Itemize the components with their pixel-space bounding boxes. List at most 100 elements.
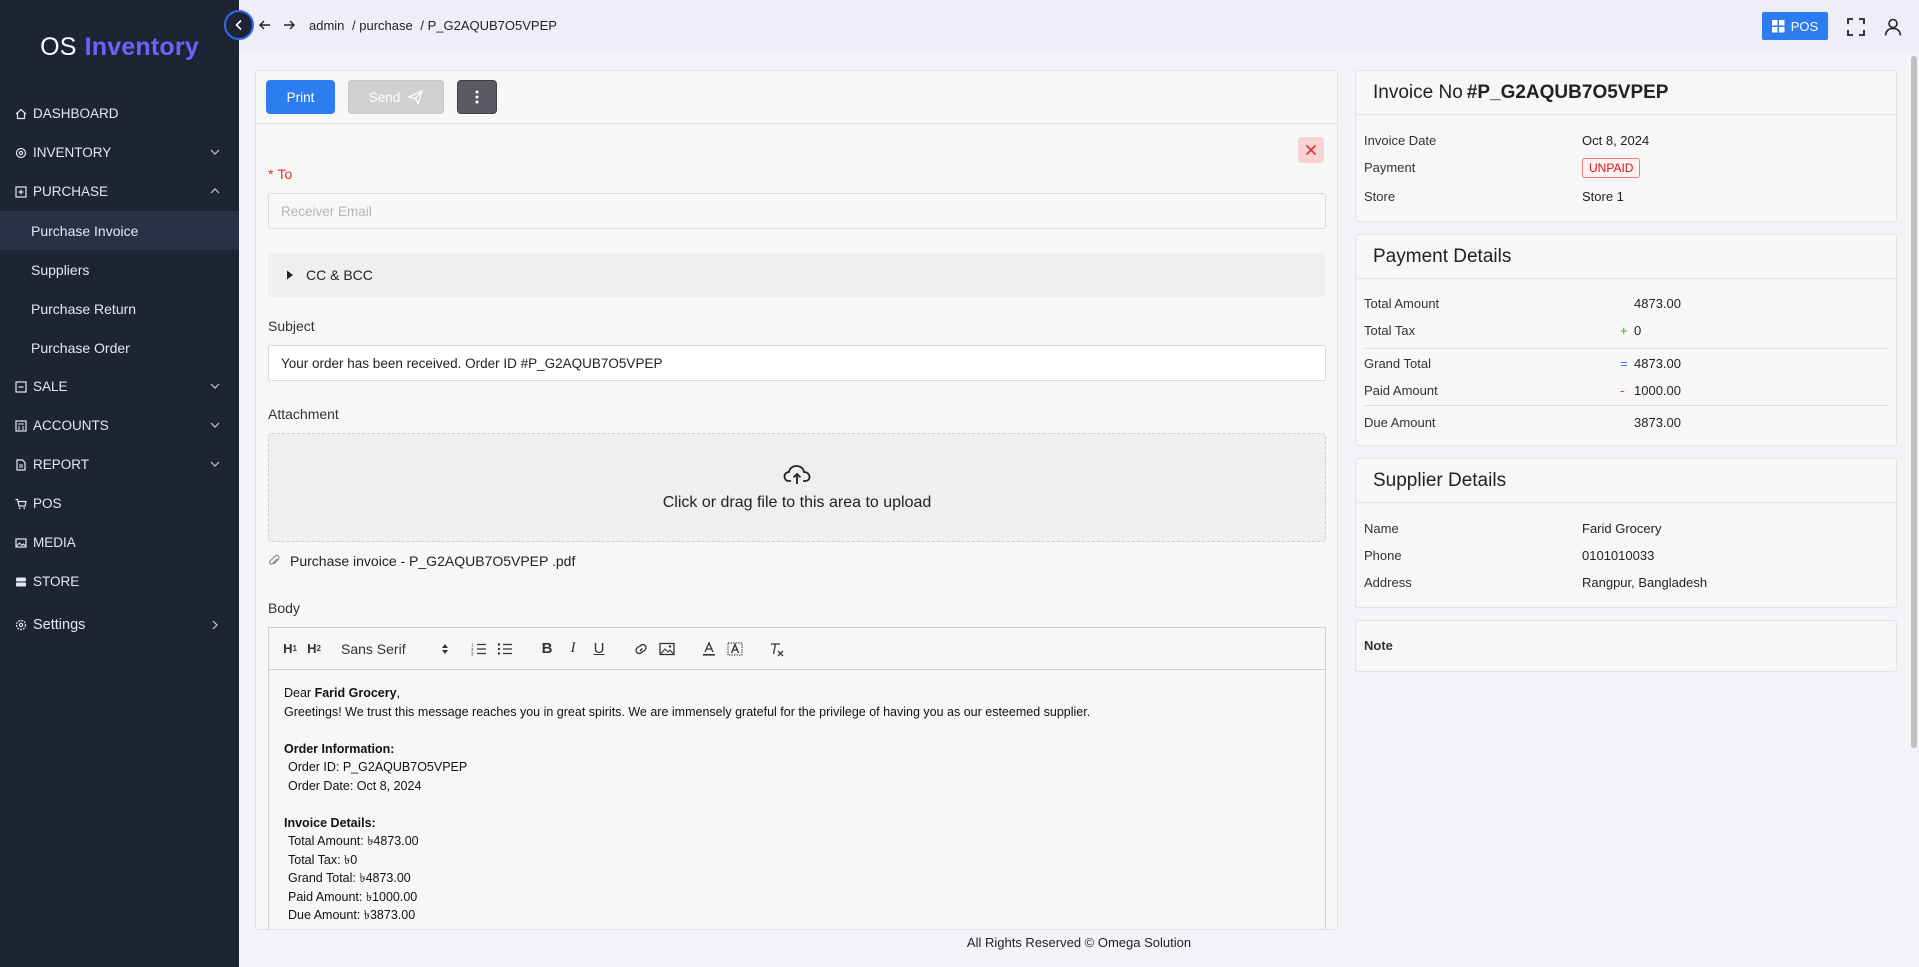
user-icon[interactable] [1884, 18, 1902, 36]
clear-formatting-icon[interactable] [769, 639, 785, 659]
close-compose-button[interactable] [1298, 137, 1324, 163]
heading2-icon[interactable]: H2 [305, 639, 323, 659]
image-insert-icon[interactable] [659, 639, 675, 659]
divider [1364, 405, 1889, 406]
more-options-button[interactable] [457, 80, 497, 114]
payment-details-card: Payment Details Total Amount 4873.00 Tot… [1355, 234, 1897, 446]
heading1-icon[interactable]: H1 [281, 639, 299, 659]
fullscreen-icon[interactable] [1847, 18, 1865, 36]
highlight-color-icon[interactable] [727, 639, 743, 659]
attached-file[interactable]: Purchase invoice - P_G2AQUB7O5VPEP .pdf [268, 553, 575, 569]
gear-icon [15, 147, 27, 158]
logo-prefix: OS [40, 32, 77, 61]
body-line: Paid Amount: ৳1000.00 [288, 889, 418, 904]
sidebar-item-pos[interactable]: POS [0, 484, 239, 523]
pos-button[interactable]: POS [1762, 12, 1828, 40]
sidebar-item-settings[interactable]: Settings [0, 601, 239, 649]
compose-toolbar: Print Send [256, 71, 1337, 124]
chevron-down-icon [210, 383, 220, 389]
note-card: Note [1355, 620, 1897, 672]
due-amount-value: 3873.00 [1634, 415, 1681, 430]
total-tax-label: Total Tax [1364, 323, 1416, 338]
sidebar-collapse-button[interactable] [224, 10, 254, 40]
body-text: Dear [284, 686, 312, 700]
file-upload-dropzone[interactable]: Click or drag file to this area to uploa… [268, 433, 1326, 542]
attachment-label: Attachment [268, 406, 339, 422]
grid-icon [1771, 19, 1785, 32]
body-line: Order ID: P_G2AQUB7O5VPEP [288, 760, 468, 774]
sidebar-item-purchase-order[interactable]: Purchase Order [0, 328, 239, 367]
body-line: Total Amount: ৳4873.00 [288, 834, 419, 848]
chevron-down-icon [210, 422, 220, 428]
supplier-address-label: Address [1364, 575, 1412, 590]
bold-icon[interactable]: B [539, 639, 555, 659]
print-button[interactable]: Print [266, 80, 335, 114]
divider [1364, 348, 1889, 349]
due-amount-label: Due Amount [1364, 415, 1436, 430]
calculator-icon [15, 419, 27, 432]
minus-square-icon [15, 380, 27, 393]
sidebar-item-report[interactable]: REPORT [0, 445, 239, 484]
underline-icon[interactable]: U [591, 639, 607, 659]
email-body-content[interactable]: Dear Farid Grocery, Greetings! We trust … [269, 670, 1325, 929]
app-logo[interactable]: OS Inventory [0, 0, 239, 94]
body-heading-text: Order Information: [284, 741, 395, 756]
sidebar-item-accounts[interactable]: ACCOUNTS [0, 406, 239, 445]
receiver-email-input[interactable]: Receiver Email [268, 193, 1326, 229]
breadcrumb: admin / purchase / P_G2AQUB7O5VPEP [309, 18, 561, 33]
body-line: Due Amount: ৳3873.00 [288, 908, 416, 922]
total-amount-value: 4873.00 [1634, 296, 1681, 311]
body-line: Order Date: Oct 8, 2024 [288, 778, 422, 793]
total-amount-label: Total Amount [1364, 296, 1440, 311]
sidebar-item-purchase-invoice[interactable]: Purchase Invoice [0, 211, 239, 250]
link-icon[interactable] [633, 639, 649, 659]
sidebar-item-media[interactable]: MEDIA [0, 523, 239, 562]
payment-label: Payment [1364, 160, 1416, 175]
invoice-number: #P_G2AQUB7O5VPEP [1466, 81, 1669, 103]
editor-toolbar: H1 H2 Sans Serif 123 B I U [269, 628, 1325, 670]
top-bar: admin / purchase / P_G2AQUB7O5VPEP POS [224, 0, 1919, 52]
page-scrollbar[interactable] [1911, 56, 1917, 748]
sidebar-item-inventory[interactable]: INVENTORY [0, 133, 239, 172]
sidebar-item-purchase-return[interactable]: Purchase Return [0, 289, 239, 328]
forward-arrow-icon[interactable] [282, 18, 296, 32]
cc-bcc-label: CC & BCC [306, 267, 373, 283]
italic-icon[interactable]: I [565, 639, 581, 659]
sidebar-item-label: DASHBOARD [33, 106, 119, 121]
supplier-address-value: Rangpur, Bangladesh [1582, 575, 1708, 590]
body-heading: Invoice Details: [284, 814, 1310, 833]
supplier-details-title: Supplier Details [1356, 459, 1896, 503]
sidebar-item-label: ACCOUNTS [33, 418, 109, 433]
select-arrows-icon [442, 643, 448, 654]
chevron-up-icon [210, 188, 220, 194]
text-color-icon[interactable] [701, 639, 717, 659]
chevron-left-icon [235, 19, 242, 31]
invoice-date-value: Oct 8, 2024 [1582, 133, 1650, 148]
send-button[interactable]: Send [348, 80, 444, 114]
sidebar-item-dashboard[interactable]: DASHBOARD [0, 94, 239, 133]
breadcrumb-item[interactable]: admin [309, 18, 344, 33]
cc-bcc-collapse[interactable]: CC & BCC [268, 253, 1326, 297]
sidebar-item-label: POS [33, 496, 62, 511]
font-family-select[interactable]: Sans Serif [341, 639, 449, 659]
footer: All Rights Reserved © Omega Solution [966, 935, 1192, 950]
sidebar-item-sale[interactable]: SALE [0, 367, 239, 406]
email-compose-card: Print Send * To Receiver Email CC & BCC S… [255, 70, 1338, 930]
sidebar-item-label: STORE [33, 574, 80, 589]
font-family-value: Sans Serif [341, 640, 406, 657]
sidebar-item-suppliers[interactable]: Suppliers [0, 250, 239, 289]
breadcrumb-item[interactable]: / purchase [352, 18, 413, 33]
image-icon [15, 537, 27, 548]
store-value: Store 1 [1582, 189, 1624, 204]
grand-total-label: Grand Total [1364, 356, 1431, 371]
total-tax-value: 0 [1634, 323, 1642, 338]
sidebar-item-purchase[interactable]: PURCHASE [0, 172, 239, 211]
more-vertical-icon [475, 90, 479, 104]
body-line: Grand Total: ৳4873.00 [288, 871, 411, 885]
plus-square-icon [15, 185, 27, 198]
ordered-list-icon[interactable]: 123 [471, 639, 487, 659]
sidebar-item-store[interactable]: STORE [0, 562, 239, 601]
subject-input[interactable]: Your order has been received. Order ID #… [268, 345, 1326, 381]
back-arrow-icon[interactable] [258, 18, 272, 32]
bullet-list-icon[interactable] [497, 639, 513, 659]
